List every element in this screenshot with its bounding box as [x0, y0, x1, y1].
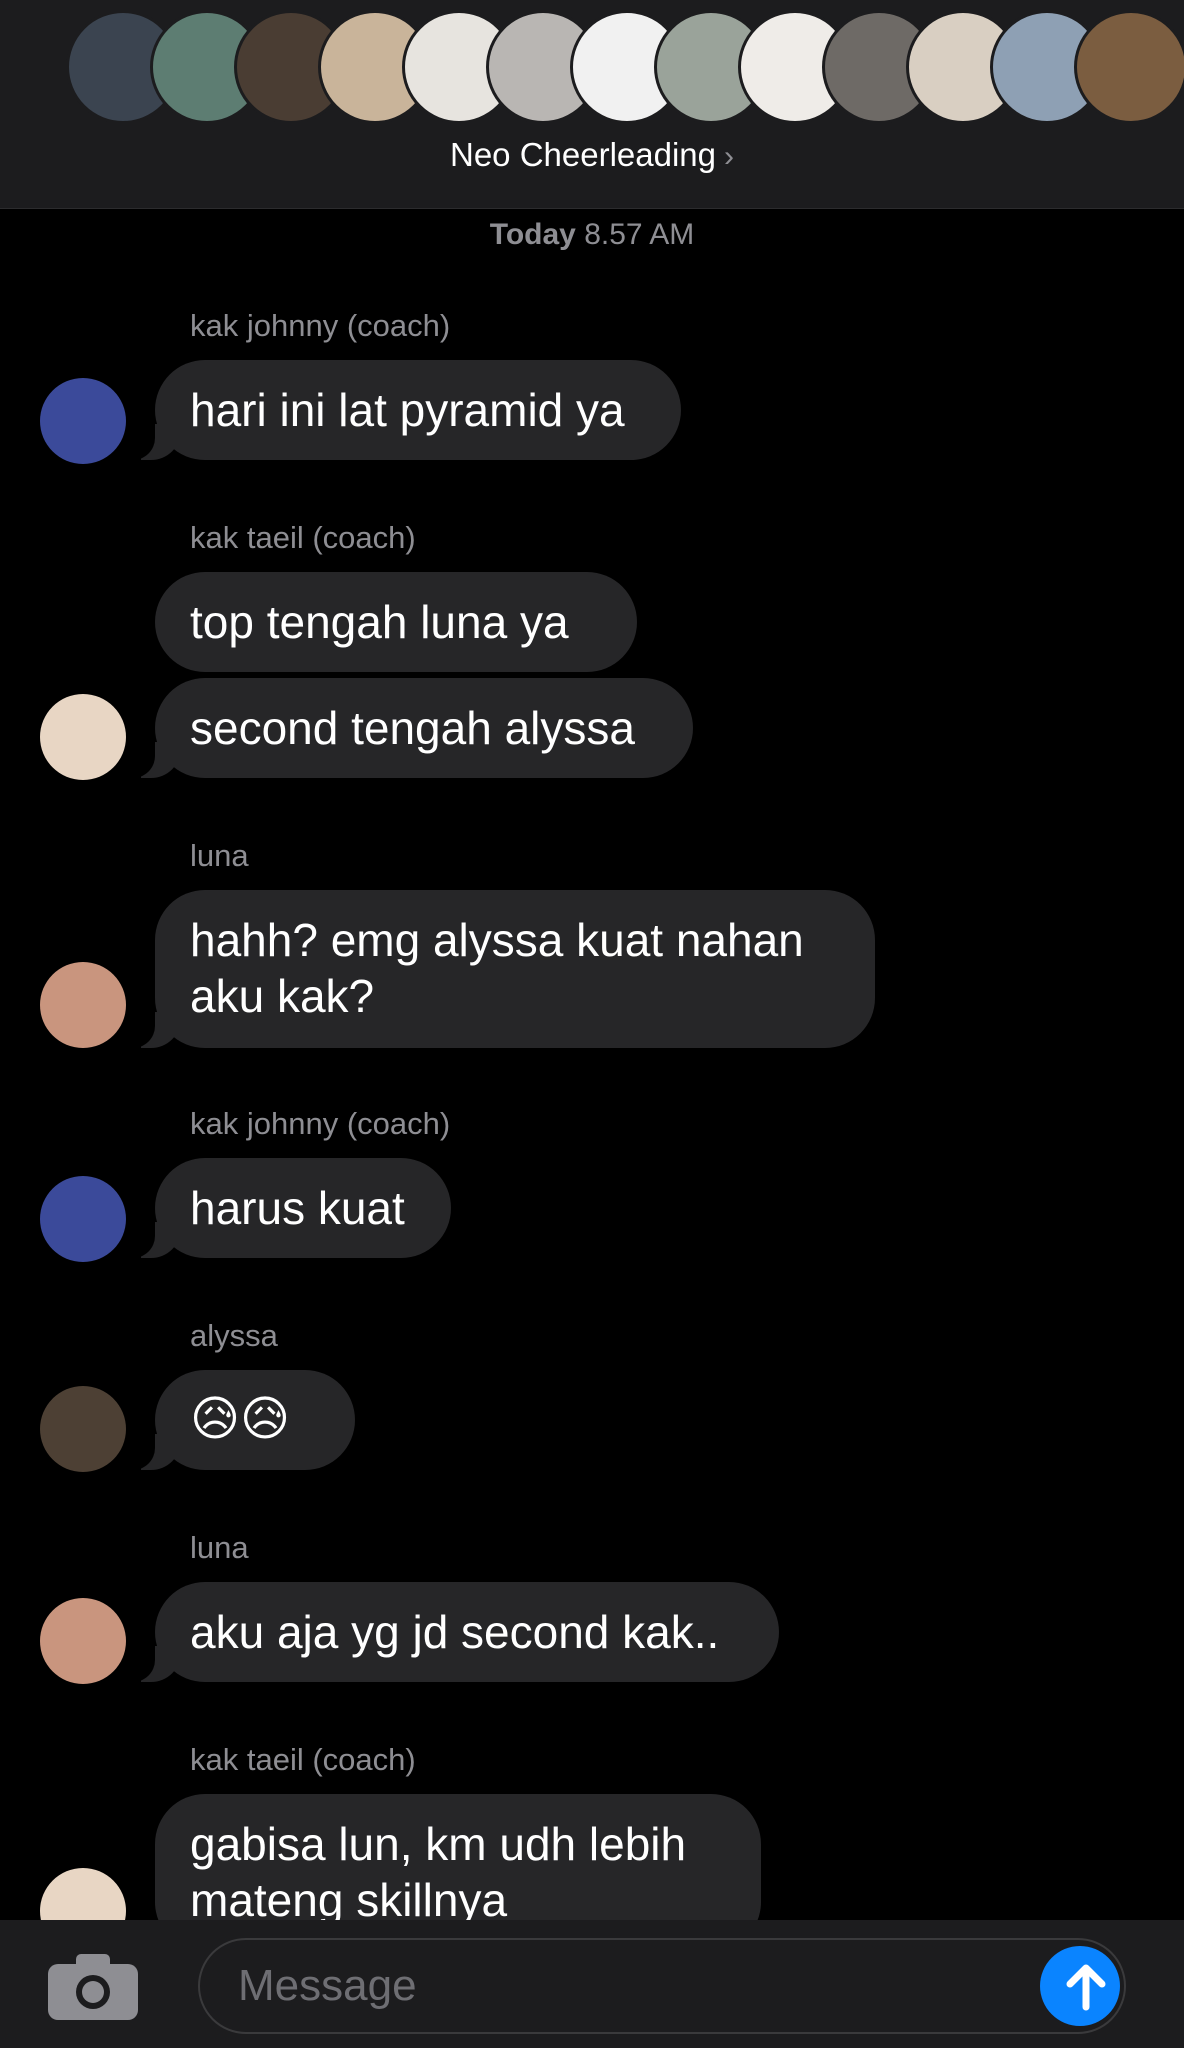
sender-name: kak johnny (coach): [190, 308, 451, 343]
sender-avatar[interactable]: [40, 1386, 126, 1472]
timestamp-day: Today: [489, 218, 576, 251]
message-bubble[interactable]: top tengah luna ya: [155, 572, 637, 672]
sender-name: alyssa: [190, 1318, 278, 1353]
sender-avatar[interactable]: [40, 694, 126, 780]
message-bubble[interactable]: hahh? emg alyssa kuat nahan aku kak?: [129, 890, 875, 1048]
chevron-right-icon: ›: [724, 140, 734, 173]
sender-name: luna: [190, 1530, 249, 1565]
message-bubble[interactable]: second tengah alyssa: [129, 678, 693, 778]
camera-button[interactable]: [48, 1954, 138, 2020]
arrow-up-icon: [1066, 1964, 1106, 2011]
timestamp: Today 8.57 AM: [0, 218, 1184, 252]
sender-avatar[interactable]: [40, 962, 126, 1048]
message-composer: [0, 1920, 1184, 2048]
chat-header: Neo Cheerleading ›: [0, 0, 1184, 209]
timestamp-time: 8.57 AM: [584, 218, 695, 251]
message-bubble[interactable]: harus kuat: [129, 1158, 451, 1258]
message-input[interactable]: [198, 1938, 1126, 2034]
camera-icon: [48, 1954, 138, 2020]
sender-name: kak taeil (coach): [190, 1742, 416, 1777]
sender-name: kak johnny (coach): [190, 1106, 451, 1141]
message-bubble[interactable]: aku aja yg jd second kak..: [129, 1582, 779, 1682]
group-name-button[interactable]: Neo Cheerleading ›: [0, 136, 1184, 174]
member-avatar[interactable]: [1074, 10, 1184, 124]
sender-avatar[interactable]: [40, 1176, 126, 1262]
sender-name: kak taeil (coach): [190, 520, 416, 555]
sender-avatar[interactable]: [40, 1598, 126, 1684]
message-bubble[interactable]: hari ini lat pyramid ya: [129, 360, 681, 460]
send-button[interactable]: [1040, 1946, 1120, 2026]
sender-avatar[interactable]: [40, 378, 126, 464]
group-name-label: Neo Cheerleading: [449, 136, 716, 173]
message-bubble[interactable]: 😥😥: [129, 1370, 355, 1470]
sender-name: luna: [190, 838, 249, 873]
